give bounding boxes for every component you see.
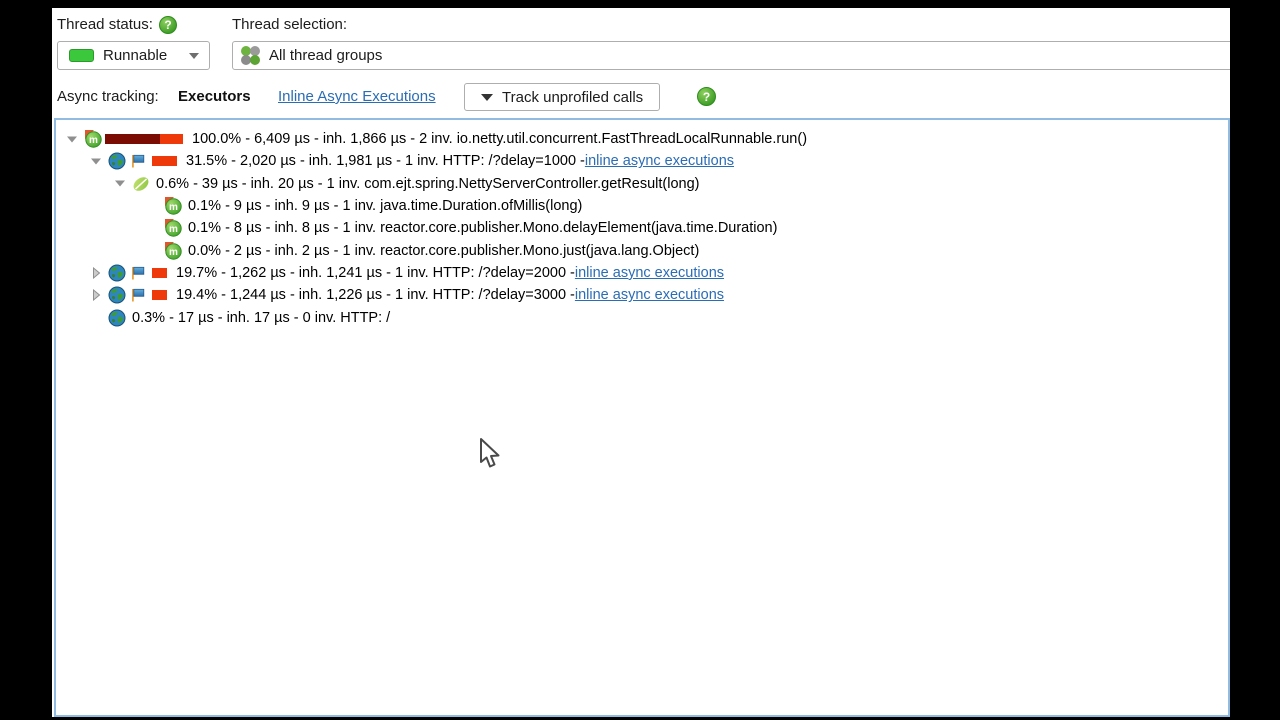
method-icon: m [164, 219, 182, 238]
tree-row-text: 31.5% - 2,020 µs - inh. 1,981 µs - 1 inv… [186, 153, 585, 170]
call-tree-rows: m 100.0% - 6,409 µs - inh. 1,866 µs - 2 i… [56, 120, 1228, 329]
thread-selection-dropdown[interactable]: All thread groups [232, 41, 1230, 70]
svg-text:m: m [169, 247, 178, 258]
tree-row-text: 0.6% - 39 µs - inh. 20 µs - 1 inv. com.e… [156, 175, 700, 192]
inline-async-executions-link[interactable]: inline async executions [575, 265, 724, 281]
expander-collapsed-icon[interactable] [89, 266, 103, 279]
svg-text:m: m [169, 225, 178, 236]
thread-groups-icon [241, 46, 260, 65]
async-tracking-toolbar: Async tracking: Executors Inline Async E… [57, 83, 1157, 111]
thread-status-label: Thread status: [57, 16, 153, 33]
time-bar [152, 290, 167, 301]
tree-row[interactable]: m 0.1% - 9 µs - inh. 9 µs - 1 inv. java.t… [56, 195, 1228, 217]
runnable-status-swatch-icon [69, 49, 94, 62]
chevron-down-icon [189, 52, 199, 59]
tree-row[interactable]: 19.7% - 1,262 µs - inh. 1,241 µs - 1 inv… [56, 262, 1228, 284]
track-unprofiled-calls-label: Track unprofiled calls [502, 88, 644, 106]
tree-row[interactable]: m 100.0% - 6,409 µs - inh. 1,866 µs - 2 i… [56, 128, 1228, 150]
tree-row-text: 0.1% - 8 µs - inh. 8 µs - 1 inv. reactor… [188, 220, 778, 237]
spring-bean-leaf-icon [132, 175, 150, 193]
inline-async-executions-link[interactable]: inline async executions [575, 287, 724, 303]
expander-expanded-icon[interactable] [89, 157, 103, 166]
tree-row[interactable]: m 0.0% - 2 µs - inh. 2 µs - 1 inv. reacto… [56, 239, 1228, 261]
thread-selection-label: Thread selection: [232, 16, 348, 33]
inline-async-executions-link[interactable]: Inline Async Executions [278, 88, 436, 105]
profiler-window: Thread status: ? Thread selection: Runna… [52, 8, 1230, 717]
tree-row[interactable]: 0.6% - 39 µs - inh. 20 µs - 1 inv. com.e… [56, 173, 1228, 195]
http-globe-icon [108, 286, 126, 304]
thread-status-value: Runnable [103, 47, 168, 64]
request-flag-icon [129, 287, 145, 303]
call-tree-panel[interactable]: m 100.0% - 6,409 µs - inh. 1,866 µs - 2 i… [54, 118, 1230, 717]
tree-row[interactable]: 19.4% - 1,244 µs - inh. 1,226 µs - 1 inv… [56, 284, 1228, 306]
chevron-down-icon [481, 93, 493, 101]
method-icon: m [84, 130, 102, 148]
expander-collapsed-icon[interactable] [89, 289, 103, 302]
mouse-cursor-icon [480, 438, 500, 468]
thread-selection-value: All thread groups [269, 47, 383, 64]
expander-expanded-icon[interactable] [113, 179, 127, 188]
letterboxed-stage: Thread status: ? Thread selection: Runna… [0, 0, 1280, 720]
async-tracking-mode: Executors [178, 88, 251, 105]
http-globe-icon [108, 152, 126, 170]
track-unprofiled-calls-button[interactable]: Track unprofiled calls [464, 83, 661, 111]
method-icon: m [164, 241, 182, 260]
thread-status-dropdown[interactable]: Runnable [57, 41, 210, 70]
method-icon: m [164, 197, 182, 215]
http-globe-icon [108, 264, 126, 282]
svg-text:m: m [169, 202, 178, 213]
svg-text:m: m [89, 135, 98, 146]
tree-row-text: 19.4% - 1,244 µs - inh. 1,226 µs - 1 inv… [176, 287, 575, 304]
help-icon[interactable]: ? [697, 87, 716, 106]
tree-row-text: 0.1% - 9 µs - inh. 9 µs - 1 inv. java.ti… [188, 198, 583, 215]
tree-row[interactable]: m 0.1% - 8 µs - inh. 8 µs - 1 inv. reacto… [56, 217, 1228, 239]
async-tracking-label: Async tracking: [57, 88, 159, 105]
time-bar [152, 156, 177, 167]
tree-row-text: 19.7% - 1,262 µs - inh. 1,241 µs - 1 inv… [176, 264, 575, 281]
time-bar [105, 134, 183, 145]
request-flag-icon [129, 153, 145, 169]
inline-async-executions-link[interactable]: inline async executions [585, 153, 734, 169]
request-flag-icon [129, 265, 145, 281]
help-icon[interactable]: ? [159, 16, 177, 34]
expander-expanded-icon[interactable] [65, 135, 79, 144]
tree-row[interactable]: 0.3% - 17 µs - inh. 17 µs - 0 inv. HTTP:… [56, 306, 1228, 328]
tree-row-text: 0.0% - 2 µs - inh. 2 µs - 1 inv. reactor… [188, 242, 700, 259]
tree-row[interactable]: 31.5% - 2,020 µs - inh. 1,981 µs - 1 inv… [56, 150, 1228, 172]
tree-row-text: 0.3% - 17 µs - inh. 17 µs - 0 inv. HTTP:… [132, 309, 391, 326]
http-globe-icon [108, 309, 126, 327]
tree-row-text: 100.0% - 6,409 µs - inh. 1,866 µs - 2 in… [192, 131, 808, 148]
time-bar [152, 267, 167, 278]
